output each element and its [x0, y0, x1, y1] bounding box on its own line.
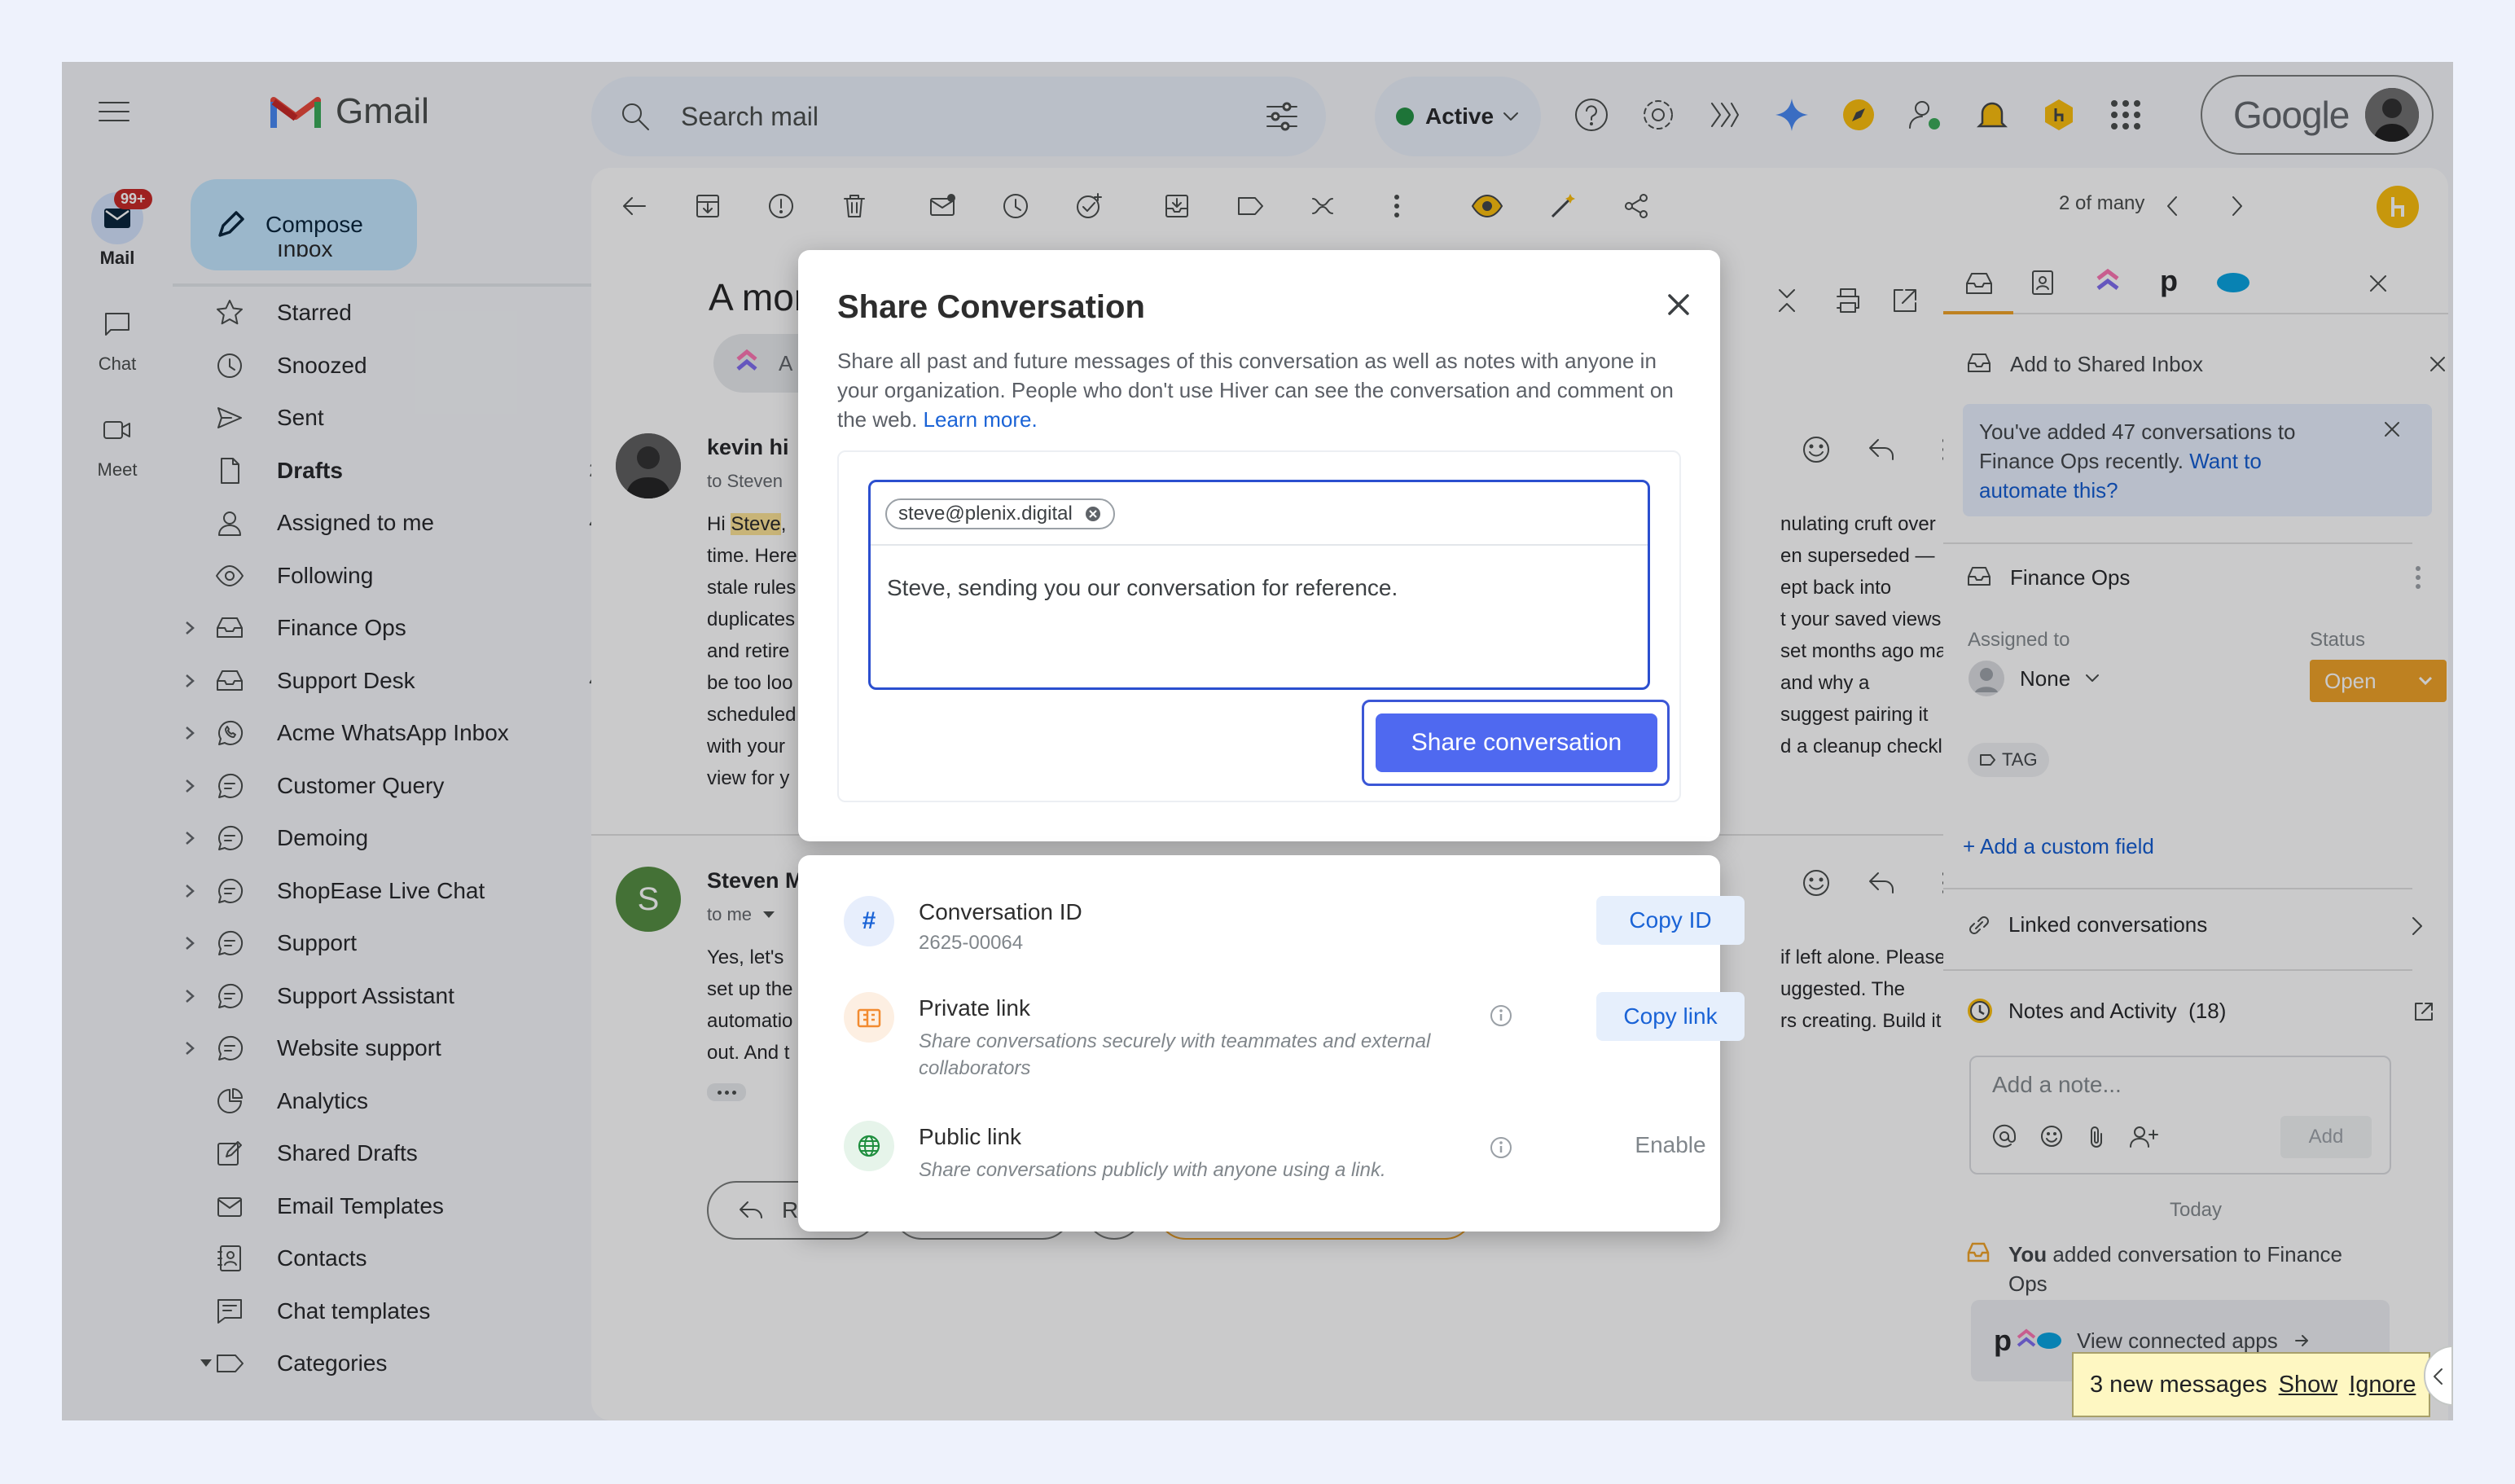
learn-more-link[interactable]: Learn more. — [924, 407, 1038, 432]
share-input-area[interactable]: steve@plenix.digital Steve, sending you … — [868, 480, 1650, 690]
private-link-info-icon[interactable] — [1489, 1003, 1513, 1028]
private-link-label: Private link — [919, 995, 1030, 1021]
app-frame: Mail 99+ Chat Meet Gmail Compose Inbox St… — [62, 62, 2453, 1420]
share-form: steve@plenix.digital Steve, sending you … — [837, 450, 1681, 802]
copy-id-button[interactable]: Copy ID — [1596, 896, 1745, 945]
toast-text: 3 new messages — [2090, 1371, 2267, 1398]
copy-link-button[interactable]: Copy link — [1596, 992, 1745, 1041]
hash-icon: # — [844, 896, 894, 946]
close-icon[interactable] — [1666, 292, 1691, 317]
private-link-description: Share conversations securely with teamma… — [919, 1030, 1431, 1079]
public-link-info-icon[interactable] — [1489, 1135, 1513, 1160]
remove-recipient-icon[interactable] — [1084, 505, 1102, 523]
dialog-title: Share Conversation — [837, 289, 1145, 325]
chevron-left-icon — [2434, 1368, 2443, 1385]
conversation-id-value: 2625-00064 — [919, 932, 1024, 954]
input-divider — [871, 544, 1648, 546]
share-links-panel: # Conversation ID 2625-00064 Copy ID Pri… — [798, 855, 1745, 1232]
share-conversation-button[interactable]: Share conversation — [1376, 713, 1657, 772]
dialog-description: Share all past and future messages of th… — [837, 346, 1684, 434]
building-icon — [844, 992, 894, 1043]
public-link-label: Public link — [919, 1124, 1022, 1149]
enable-public-link-button[interactable]: Enable — [1596, 1121, 1745, 1170]
recipient-email: steve@plenix.digital — [898, 503, 1073, 525]
share-button-focus-ring: Share conversation — [1362, 700, 1670, 786]
recipient-chip[interactable]: steve@plenix.digital — [885, 498, 1115, 529]
toast-show-link[interactable]: Show — [2279, 1372, 2338, 1398]
share-message-input[interactable]: Steve, sending you our conversation for … — [887, 575, 1398, 601]
conversation-id-label: Conversation ID — [919, 899, 1082, 924]
public-link-description: Share conversations publicly with anyone… — [919, 1159, 1386, 1181]
share-conversation-dialog: Share Conversation Share all past and fu… — [798, 250, 1720, 841]
new-messages-toast: 3 new messages Show Ignore — [2072, 1352, 2430, 1417]
toast-ignore-link[interactable]: Ignore — [2349, 1372, 2416, 1398]
globe-icon — [844, 1121, 894, 1171]
